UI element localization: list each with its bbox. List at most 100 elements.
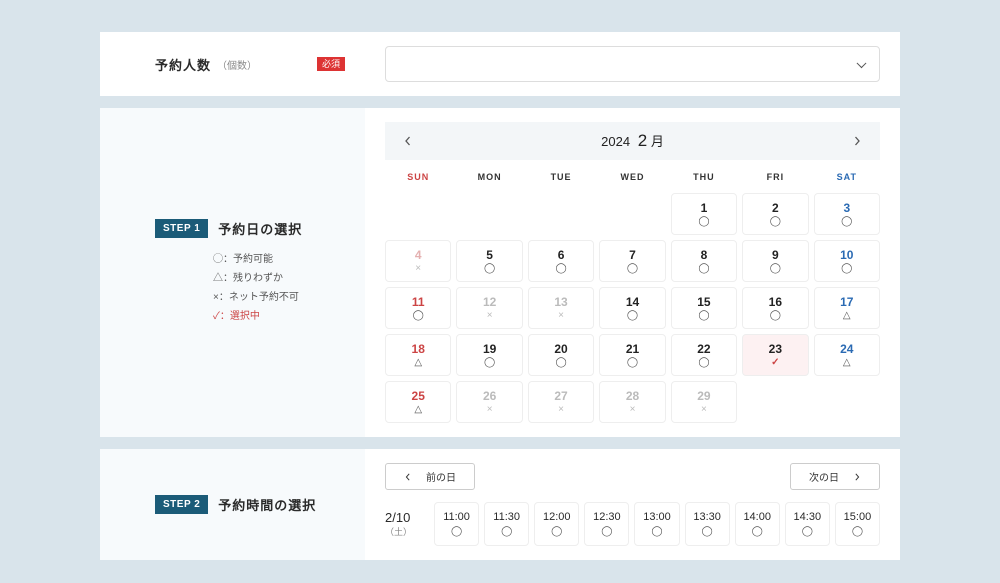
calendar-day-number: 7 (629, 248, 636, 262)
time-slot[interactable]: 11:00◯ (434, 502, 479, 546)
calendar-cell-empty (385, 193, 451, 235)
calendar-day-cell: 27× (528, 381, 594, 423)
calendar-day-status: × (630, 405, 636, 415)
chevron-left-icon (404, 473, 412, 481)
prev-month-button[interactable] (397, 130, 419, 152)
calendar-day-cell[interactable]: 24 △ (814, 334, 880, 376)
calendar-day-status: × (558, 405, 564, 415)
time-slot[interactable]: 15:00◯ (835, 502, 880, 546)
prev-day-button[interactable]: 前の日 (385, 463, 475, 490)
calendar-day-number: 17 (840, 295, 853, 309)
calendar-day-number: 14 (626, 295, 639, 309)
calendar-day-cell[interactable]: 18 △ (385, 334, 451, 376)
calendar-day-cell: 28× (599, 381, 665, 423)
calendar-day-number: 20 (554, 342, 567, 356)
calendar-day-cell[interactable]: 1◯ (671, 193, 737, 235)
dow-header: TUE (528, 168, 594, 188)
chevron-right-icon (852, 136, 862, 146)
calendar-day-cell[interactable]: 16◯ (742, 287, 808, 329)
calendar-day-cell[interactable]: 19◯ (456, 334, 522, 376)
prev-day-label: 前の日 (426, 469, 456, 484)
legend-available: ◯：予約可能 (213, 250, 273, 269)
calendar-day-status: ◯ (841, 217, 852, 227)
calendar-month: 2 (638, 131, 647, 150)
time-slot-status: ◯ (802, 526, 813, 537)
step2-badge: STEP 2 (155, 495, 208, 514)
calendar-day-number: 24 (840, 342, 853, 356)
calendar-day-status: △ (843, 358, 851, 368)
time-slot[interactable]: 12:30◯ (584, 502, 629, 546)
calendar-day-cell[interactable]: 6◯ (528, 240, 594, 282)
calendar-day-number: 21 (626, 342, 639, 356)
calendar-day-cell[interactable]: 3◯ (814, 193, 880, 235)
date-select-panel: STEP 1 予約日の選択 ◯：予約可能 △：残りわずか ×：ネット予約不可 ✓… (100, 108, 900, 437)
next-day-button[interactable]: 次の日 (790, 463, 880, 490)
calendar-day-status: ◯ (555, 264, 566, 274)
time-slot-status: ◯ (601, 526, 612, 537)
guest-count-select[interactable] (385, 46, 880, 82)
calendar-day-cell: 13× (528, 287, 594, 329)
calendar-day-cell[interactable]: 7◯ (599, 240, 665, 282)
time-slot[interactable]: 14:30◯ (785, 502, 830, 546)
calendar-cell-empty (599, 193, 665, 235)
step1-sidebar: STEP 1 予約日の選択 ◯：予約可能 △：残りわずか ×：ネット予約不可 ✓… (100, 108, 365, 437)
calendar-day-status: ◯ (627, 358, 638, 368)
time-slot[interactable]: 13:00◯ (634, 502, 679, 546)
calendar-day-status: ◯ (770, 264, 781, 274)
time-slot-status: ◯ (852, 526, 863, 537)
time-slot[interactable]: 11:30◯ (484, 502, 529, 546)
dow-header: SAT (814, 168, 880, 188)
calendar-day-number: 23 (769, 342, 782, 356)
calendar-day-cell[interactable]: 8◯ (671, 240, 737, 282)
calendar-day-cell[interactable]: 10◯ (814, 240, 880, 282)
calendar-day-number: 26 (483, 389, 496, 403)
calendar-day-number: 2 (772, 201, 779, 215)
next-month-button[interactable] (846, 130, 868, 152)
time-select-panel: STEP 2 予約時間の選択 前の日 次の日 2/10 （土） 11:00◯11… (100, 449, 900, 560)
calendar-day-cell[interactable]: 9◯ (742, 240, 808, 282)
calendar-day-status: △ (843, 311, 851, 321)
legend-few: △：残りわずか (213, 269, 283, 288)
calendar-day-status: △ (414, 358, 422, 368)
calendar-header: 2024 2 月 (385, 122, 880, 160)
step2-title: 予約時間の選択 (218, 495, 316, 514)
calendar-day-cell[interactable]: 5◯ (456, 240, 522, 282)
calendar-day-status: × (415, 264, 421, 274)
required-badge: 必須 (317, 57, 345, 71)
calendar-day-status: ✓ (771, 358, 779, 368)
legend-unavailable: ×：ネット予約不可 (213, 288, 299, 307)
time-slots-date-num: 2/10 (385, 510, 429, 525)
calendar-day-cell[interactable]: 23 ✓ (742, 334, 808, 376)
calendar-day-cell: 12 × (456, 287, 522, 329)
calendar-day-cell[interactable]: 17 △ (814, 287, 880, 329)
calendar-day-cell[interactable]: 25△ (385, 381, 451, 423)
calendar-day-cell[interactable]: 14◯ (599, 287, 665, 329)
dow-header: MON (456, 168, 522, 188)
calendar-day-status: ◯ (698, 264, 709, 274)
time-slot[interactable]: 14:00◯ (735, 502, 780, 546)
calendar-day-cell[interactable]: 21 ◯ (599, 334, 665, 376)
calendar-day-number: 8 (701, 248, 708, 262)
calendar-day-number: 29 (697, 389, 710, 403)
calendar-day-number: 15 (697, 295, 710, 309)
calendar-year: 2024 (601, 134, 630, 149)
calendar-day-cell[interactable]: 22◯ (671, 334, 737, 376)
time-slot[interactable]: 13:30◯ (685, 502, 730, 546)
calendar-day-number: 12 (483, 295, 496, 309)
day-nav: 前の日 次の日 (385, 463, 880, 490)
calendar-day-cell[interactable]: 11◯ (385, 287, 451, 329)
time-slot[interactable]: 12:00◯ (534, 502, 579, 546)
calendar-day-cell[interactable]: 15◯ (671, 287, 737, 329)
legend-selected: ✓：選択中 (213, 307, 260, 326)
calendar-day-status: ◯ (698, 358, 709, 368)
calendar-day-number: 18 (412, 342, 425, 356)
calendar-day-status: × (558, 311, 564, 321)
time-slots-weekday: （土） (385, 525, 429, 538)
calendar-day-cell: 29× (671, 381, 737, 423)
calendar-day-status: △ (414, 405, 422, 415)
calendar-day-cell[interactable]: 2◯ (742, 193, 808, 235)
calendar-day-number: 4 (415, 248, 422, 262)
calendar-day-status: × (487, 311, 493, 321)
calendar-day-number: 3 (843, 201, 850, 215)
calendar-day-cell[interactable]: 20◯ (528, 334, 594, 376)
